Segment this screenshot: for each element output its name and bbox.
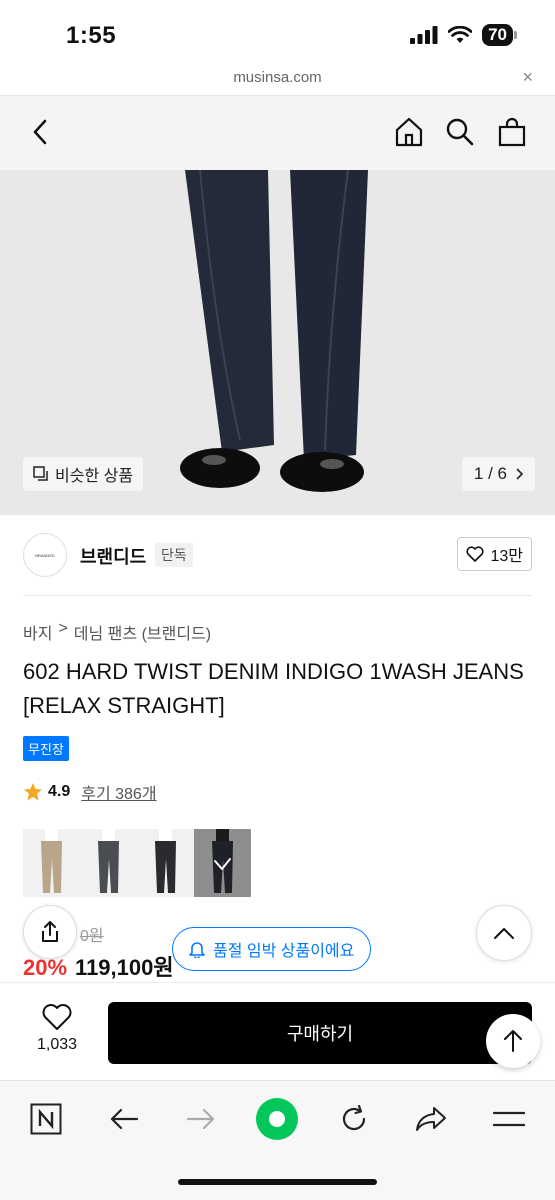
variant-thumbnail-black[interactable] xyxy=(137,829,194,897)
status-indicators: 70 xyxy=(410,24,517,46)
gallery-page-text: 1 / 6 xyxy=(473,464,507,483)
free-shipping-badge: 무진장 xyxy=(23,736,69,761)
bell-icon xyxy=(189,942,205,958)
arrow-left-icon xyxy=(110,1108,139,1130)
similar-products-button[interactable]: 비슷한 상품 xyxy=(23,457,144,491)
chevron-right-icon xyxy=(516,468,523,480)
share-arrow-icon xyxy=(416,1107,446,1131)
chevron-left-icon xyxy=(33,119,47,145)
arrow-up-icon xyxy=(504,1030,522,1052)
purchase-bar: 1,033 구매하기 xyxy=(0,982,555,1080)
heart-icon xyxy=(466,546,485,562)
cart-button[interactable] xyxy=(494,114,530,150)
share-page-button[interactable] xyxy=(409,1099,453,1139)
app-header xyxy=(0,96,555,170)
original-price: 0원 xyxy=(80,928,104,945)
search-icon xyxy=(446,118,474,146)
color-variants xyxy=(23,829,251,897)
toast-text: 품절 임박 상품이에요 xyxy=(213,943,355,960)
collapse-button[interactable] xyxy=(476,905,532,961)
search-button[interactable] xyxy=(442,114,478,150)
breadcrumb: 바지 > 데님 팬츠 (브랜디드) xyxy=(23,620,211,644)
wifi-icon xyxy=(448,26,473,43)
arrow-right-icon xyxy=(186,1108,215,1130)
cellular-signal-icon xyxy=(410,26,438,44)
home-indicator xyxy=(178,1179,377,1185)
chevron-up-icon xyxy=(494,928,514,939)
buy-button[interactable]: 구매하기 xyxy=(108,1002,532,1064)
breadcrumb-category[interactable]: 바지 xyxy=(23,620,52,644)
variant-thumbnail-gray[interactable] xyxy=(80,829,137,897)
variant-thumbnail-beige[interactable] xyxy=(23,829,80,897)
battery-icon: 70 xyxy=(482,24,517,46)
variant-thumbnail-indigo[interactable] xyxy=(194,829,251,897)
rating-value: 4.9 xyxy=(48,783,71,800)
cart-icon xyxy=(498,117,526,147)
discount-rate: 20% xyxy=(23,955,68,980)
url-text[interactable]: musinsa.com xyxy=(0,69,555,86)
star-icon xyxy=(24,783,42,801)
status-time: 1:55 xyxy=(66,22,117,49)
scroll-top-button[interactable] xyxy=(486,1014,540,1068)
low-stock-toast: 품절 임박 상품이에요 xyxy=(172,927,372,971)
hamburger-menu-icon xyxy=(493,1111,525,1127)
similar-products-label: 비슷한 상품 xyxy=(55,468,134,485)
brand-like-button[interactable]: 13만 xyxy=(457,537,532,571)
brand-logo[interactable]: BRANDED xyxy=(23,533,67,577)
brand-like-count: 13만 xyxy=(490,548,523,565)
browser-forward-button[interactable] xyxy=(179,1099,223,1139)
similar-icon xyxy=(33,466,48,481)
home-icon xyxy=(395,117,423,147)
breadcrumb-separator: > xyxy=(58,620,68,637)
sale-price: 119,100원 xyxy=(75,955,174,980)
product-title: 602 HARD TWIST DENIM INDIGO 1WASH JEANS … xyxy=(23,659,524,718)
gallery-page-indicator[interactable]: 1 / 6 xyxy=(461,457,535,491)
green-dot-button[interactable] xyxy=(255,1098,299,1140)
divider xyxy=(23,595,532,596)
status-bar: 1:55 70 xyxy=(0,0,555,62)
url-bar[interactable]: musinsa.com × xyxy=(0,62,555,96)
home-button[interactable] xyxy=(391,114,427,150)
naver-n-icon xyxy=(30,1103,62,1135)
share-icon xyxy=(42,921,58,942)
wishlist-count: 1,033 xyxy=(36,1036,78,1053)
reload-icon xyxy=(342,1104,366,1131)
wishlist-button[interactable]: 1,033 xyxy=(22,1003,92,1054)
breadcrumb-subcategory[interactable]: 데님 팬츠 (브랜디드) xyxy=(74,620,211,644)
naver-home-button[interactable] xyxy=(24,1099,68,1139)
exclusive-tag: 단독 xyxy=(155,543,193,567)
share-button[interactable] xyxy=(23,905,77,959)
reviews-link[interactable]: 후기 386개 xyxy=(81,780,156,804)
menu-button[interactable] xyxy=(487,1099,531,1139)
browser-back-button[interactable] xyxy=(102,1099,146,1139)
brand-row: BRANDED 브랜디드 단독 13만 xyxy=(0,515,555,595)
close-icon[interactable]: × xyxy=(522,67,533,88)
heart-icon xyxy=(42,1004,72,1030)
reload-button[interactable] xyxy=(332,1099,376,1139)
brand-name[interactable]: 브랜디드 xyxy=(80,543,146,569)
green-dot-icon xyxy=(256,1098,298,1140)
rating-row: 4.9 후기 386개 xyxy=(23,780,157,804)
battery-level: 70 xyxy=(482,24,513,46)
back-button[interactable] xyxy=(22,114,58,150)
product-image[interactable]: 비슷한 상품 1 / 6 xyxy=(0,170,555,515)
